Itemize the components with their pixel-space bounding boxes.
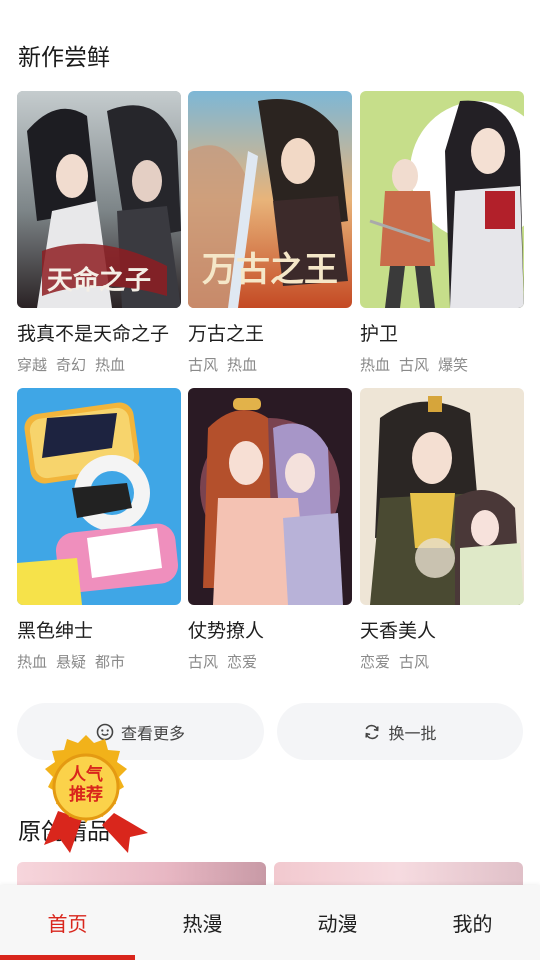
comic-tags: 热血 悬疑 都市 [17, 651, 181, 672]
comic-tag: 古风 [188, 653, 219, 671]
comic-cover[interactable]: 万古之王 [188, 91, 352, 308]
comic-card[interactable]: 天香美人 恋爱 古风 [360, 388, 524, 672]
tab-label: 首页 [47, 912, 88, 936]
comic-tag: 爆笑 [438, 356, 469, 374]
comic-tag: 热血 [95, 356, 126, 374]
refresh-label: 换一批 [388, 723, 437, 743]
svg-text:推荐: 推荐 [69, 784, 103, 805]
tab-hot-comics[interactable]: 热漫 [135, 885, 270, 960]
comic-card[interactable]: 护卫 热血 古风 爆笑 [360, 91, 524, 375]
svg-text:万古之王: 万古之王 [202, 250, 338, 290]
comic-tags: 恋爱 古风 [360, 651, 524, 672]
section-title-new: 新作尝鲜 [18, 45, 110, 71]
comic-tag: 恋爱 [227, 653, 258, 671]
comic-title: 仗势撩人 [188, 620, 265, 642]
comic-tags: 古风 热血 [188, 354, 352, 375]
comic-tag: 古风 [188, 356, 219, 374]
comic-cover[interactable] [360, 91, 524, 308]
comic-tag: 热血 [17, 653, 48, 671]
comic-tags: 穿越 奇幻 热血 [17, 354, 181, 375]
tab-mine[interactable]: 我的 [405, 885, 540, 960]
comic-cover[interactable] [188, 388, 352, 605]
tab-anime[interactable]: 动漫 [270, 885, 405, 960]
comic-tags: 古风 恋爱 [188, 651, 352, 672]
bottom-tab-bar: 首页 热漫 动漫 我的 [0, 885, 540, 960]
comic-tag: 热血 [360, 356, 391, 374]
comic-card[interactable]: 天命之子 我真不是天命之子 穿越 奇幻 热血 [17, 91, 181, 375]
active-tab-indicator [0, 955, 135, 960]
comic-title: 天香美人 [360, 620, 437, 642]
comic-tag: 穿越 [17, 356, 48, 374]
refresh-icon [363, 723, 381, 741]
refresh-batch-button[interactable]: 换一批 [277, 703, 523, 760]
comic-cover[interactable] [17, 388, 181, 605]
comic-title: 我真不是天命之子 [17, 323, 170, 345]
comic-title: 黑色绅士 [17, 620, 94, 642]
svg-text:天命之子: 天命之子 [47, 265, 151, 296]
comic-title: 护卫 [360, 323, 399, 345]
tab-label: 动漫 [317, 912, 358, 936]
comic-tag: 悬疑 [56, 653, 87, 671]
tab-label: 热漫 [182, 912, 223, 936]
comic-card[interactable]: 黑色绅士 热血 悬疑 都市 [17, 388, 181, 672]
popular-recommend-badge: 人气 推荐 [30, 733, 152, 857]
comic-card[interactable]: 仗势撩人 古风 恋爱 [188, 388, 352, 672]
comic-cover[interactable] [360, 388, 524, 605]
comic-tag: 恋爱 [360, 653, 391, 671]
tab-label: 我的 [452, 912, 493, 936]
comic-tags: 热血 古风 爆笑 [360, 354, 524, 375]
tab-home[interactable]: 首页 [0, 885, 135, 960]
comic-tag: 热血 [227, 356, 258, 374]
svg-text:人气: 人气 [69, 764, 103, 785]
comic-card[interactable]: 万古之王 万古之王 古风 热血 [188, 91, 352, 375]
comic-cover[interactable]: 天命之子 [17, 91, 181, 308]
comic-tag: 古风 [399, 653, 430, 671]
comic-title: 万古之王 [188, 323, 265, 345]
comic-tag: 古风 [399, 356, 430, 374]
comic-tag: 奇幻 [56, 356, 87, 374]
comic-tag: 都市 [95, 653, 126, 671]
